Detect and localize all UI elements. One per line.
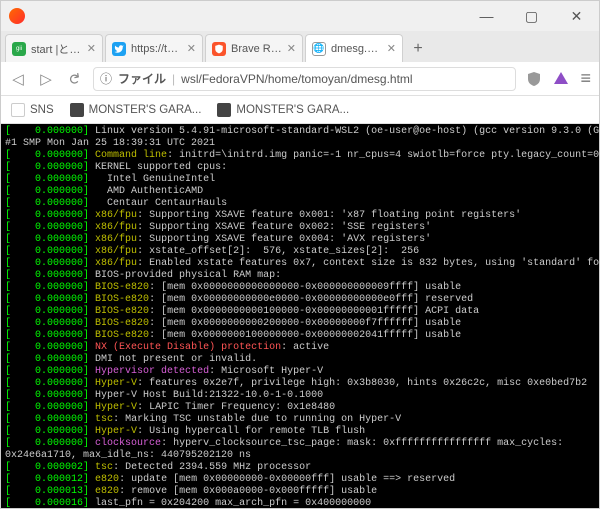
window-maximize-button[interactable]: ▢ [509, 1, 554, 31]
log-line: [ 0.000000] BIOS-e820: [mem 0x0000000000… [5, 282, 595, 294]
folder-icon [217, 103, 231, 117]
tab-close-button[interactable]: ✕ [287, 42, 296, 55]
log-line: [ 0.000000] clocksource: hyperv_clocksou… [5, 438, 595, 450]
log-line: [ 0.000000] DMI not present or invalid. [5, 354, 595, 366]
tab-0[interactable]: gii start |とちゃん・と ✕ [5, 34, 103, 62]
tab-close-button[interactable]: ✕ [387, 42, 396, 55]
tab-favicon: 🌐 [312, 42, 326, 56]
tab-favicon [212, 42, 226, 56]
log-line: [ 0.000000] BIOS-e820: [mem 0x0000000100… [5, 330, 595, 342]
bookmark-item-1[interactable]: MONSTER'S GARA... [70, 103, 202, 117]
log-line: [ 0.000000] Hyper-V Host Build:21322-10.… [5, 390, 595, 402]
tab-label: Brave Rewards [231, 43, 282, 55]
log-line: [ 0.000000] Intel GenuineIntel [5, 174, 595, 186]
tab-3[interactable]: 🌐 dmesg.html ✕ [305, 34, 403, 62]
tab-2[interactable]: Brave Rewards ✕ [205, 34, 303, 62]
brave-shields-icon[interactable] [526, 71, 542, 87]
log-line: [ 0.000000] x86/fpu: xstate_offset[2]: 5… [5, 246, 595, 258]
log-line: [ 0.000000] Hyper-V: features 0x2e7f, pr… [5, 378, 595, 390]
tab-label: start |とちゃん・と [31, 41, 82, 57]
address-bar[interactable]: ⓘ ファイル | wsl/FedoraVPN/home/tomoyan/dmes… [93, 67, 516, 91]
bookmark-label: SNS [30, 104, 54, 116]
log-line: [ 0.000000] x86/fpu: Supporting XSAVE fe… [5, 222, 595, 234]
new-tab-button[interactable]: + [405, 36, 431, 62]
folder-icon [11, 103, 25, 117]
reload-button[interactable]: ↻ [64, 68, 85, 89]
log-line: [ 0.000000] Hyper-V: Using hypercall for… [5, 426, 595, 438]
forward-button[interactable]: ▷ [37, 70, 55, 88]
bookmark-item-0[interactable]: SNS [11, 103, 54, 117]
log-line: [ 0.000000] x86/fpu: Supporting XSAVE fe… [5, 234, 595, 246]
tab-1[interactable]: https://twitter. ✕ [105, 34, 203, 62]
log-line: [ 0.000000] Hyper-V: LAPIC Timer Frequen… [5, 402, 595, 414]
log-line: [ 0.000000] Linux version 5.4.91-microso… [5, 126, 595, 138]
tab-strip: giistart |とちゃん・と✕https://twitter.✕Brave … [1, 31, 599, 62]
bookmark-item-2[interactable]: MONSTER'S GARA... [217, 103, 349, 117]
back-button[interactable]: ◁ [9, 70, 27, 88]
tab-close-button[interactable]: ✕ [187, 42, 196, 55]
page-content-terminal[interactable]: [ 0.000000] Linux version 5.4.91-microso… [1, 124, 599, 508]
navigation-toolbar: ◁ ▷ ↻ ⓘ ファイル | wsl/FedoraVPN/home/tomoya… [1, 62, 599, 96]
log-line: [ 0.000000] BIOS-e820: [mem 0x0000000000… [5, 294, 595, 306]
window-minimize-button[interactable]: — [464, 1, 509, 31]
bookmark-label: MONSTER'S GARA... [89, 104, 202, 116]
log-line: [ 0.000000] BIOS-provided physical RAM m… [5, 270, 595, 282]
log-line: [ 0.000000] x86/fpu: Supporting XSAVE fe… [5, 210, 595, 222]
log-line: [ 0.000013] e820: remove [mem 0x000a0000… [5, 486, 595, 498]
log-line: [ 0.000000] BIOS-e820: [mem 0x0000000000… [5, 306, 595, 318]
tab-label: dmesg.html [331, 43, 382, 55]
log-line: #1 SMP Mon Jan 25 18:39:31 UTC 2021 [5, 138, 595, 150]
url-separator: | [172, 72, 175, 86]
log-line: 0x24e6a1710, max_idle_ns: 440795202120 n… [5, 450, 595, 462]
tab-favicon: gii [12, 42, 26, 56]
log-line: [ 0.000000] KERNEL supported cpus: [5, 162, 595, 174]
log-line: [ 0.000000] NX (Execute Disable) protect… [5, 342, 595, 354]
tab-label: https://twitter. [131, 43, 182, 55]
tab-favicon [112, 42, 126, 56]
log-line: [ 0.000012] e820: update [mem 0x00000000… [5, 474, 595, 486]
log-line: [ 0.000000] BIOS-e820: [mem 0x0000000000… [5, 318, 595, 330]
url-scheme-label: ファイル [118, 70, 166, 87]
window-close-button[interactable]: ✕ [554, 1, 599, 31]
bookmarks-bar: SNS MONSTER'S GARA... MONSTER'S GARA... [1, 96, 599, 124]
url-path: wsl/FedoraVPN/home/tomoyan/dmesg.html [181, 72, 412, 86]
log-line: [ 0.000000] tsc: Marking TSC unstable du… [5, 414, 595, 426]
brave-app-icon [9, 8, 25, 24]
folder-icon [70, 103, 84, 117]
window-titlebar[interactable]: — ▢ ✕ [1, 1, 599, 31]
log-line: [ 0.000000] Command line: initrd=\initrd… [5, 150, 595, 162]
browser-window: — ▢ ✕ gii start |とちゃん・と ✕ https://twitter. ✕… [0, 0, 600, 509]
main-menu-button[interactable]: ≡ [580, 68, 591, 89]
brave-rewards-icon[interactable] [554, 72, 568, 86]
log-line: [ 0.000016] last_pfn = 0x204200 max_arch… [5, 498, 595, 508]
log-line: [ 0.000000] AMD AuthenticAMD [5, 186, 595, 198]
bookmark-label: MONSTER'S GARA... [236, 104, 349, 116]
log-line: [ 0.000002] tsc: Detected 2394.559 MHz p… [5, 462, 595, 474]
tab-close-button[interactable]: ✕ [87, 42, 96, 55]
site-info-icon[interactable]: ⓘ [100, 70, 112, 87]
log-line: [ 0.000000] x86/fpu: Enabled xstate feat… [5, 258, 595, 270]
log-line: [ 0.000000] Hypervisor detected: Microso… [5, 366, 595, 378]
log-line: [ 0.000000] Centaur CentaurHauls [5, 198, 595, 210]
